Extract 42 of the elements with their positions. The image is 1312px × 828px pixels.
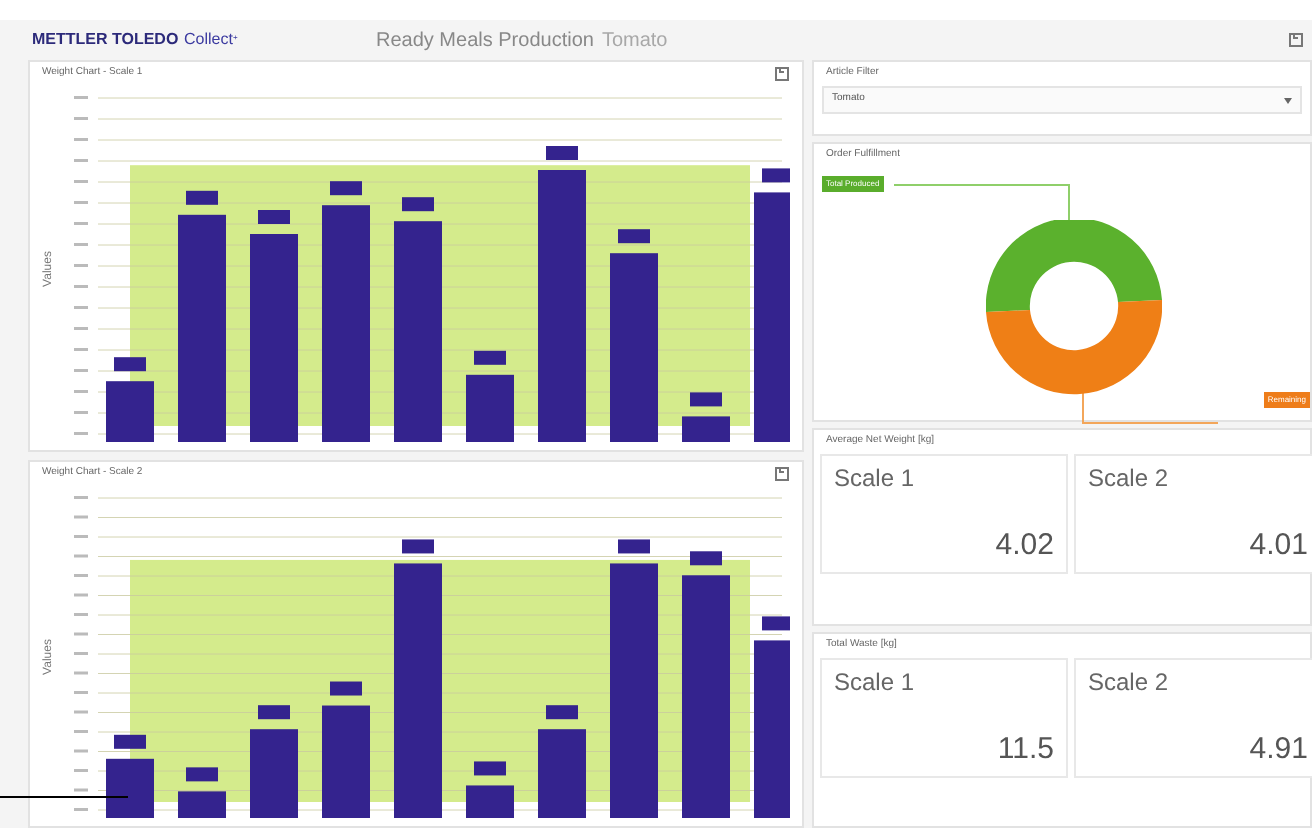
value-label-box: [546, 146, 578, 160]
bar: [682, 416, 730, 442]
value-label-box: [114, 734, 146, 749]
value-label-box: [330, 181, 362, 196]
page-title: Ready Meals Production: [376, 27, 594, 55]
caret-icon: [1284, 97, 1292, 103]
metric-label: Scale 2: [1088, 666, 1171, 700]
value-label-box: [690, 551, 722, 566]
value-label-box: [402, 539, 434, 554]
value-label-box: [546, 705, 578, 720]
metric-value: 11.5: [997, 729, 1054, 769]
bar: [538, 729, 586, 818]
value-label-box: [762, 616, 790, 631]
bar: [178, 791, 226, 818]
value-label-box: [258, 705, 290, 720]
bar: [322, 705, 370, 818]
page-subtitle: Tomato: [601, 27, 668, 55]
value-label-box: [114, 357, 146, 372]
export-icon[interactable]: [774, 466, 790, 482]
metric-label: Scale 1: [834, 666, 917, 700]
value-label-box: [402, 197, 434, 212]
value-label-box: [618, 229, 650, 244]
bar: [466, 785, 514, 818]
export-icon[interactable]: [1288, 32, 1304, 48]
bar: [466, 374, 514, 442]
leader-line: [0, 796, 128, 798]
export-icon[interactable]: [774, 66, 790, 82]
metric-value: 4.01: [1249, 525, 1308, 565]
metric-value: 4.02: [995, 525, 1054, 565]
value-label-box: [474, 761, 506, 776]
bar: [250, 729, 298, 818]
value-label-box: [762, 168, 790, 183]
value-label-box: [618, 539, 650, 554]
value-label-box: [258, 210, 290, 224]
metric-value: 4.91: [1249, 729, 1308, 769]
value-label-box: [186, 767, 218, 782]
bar: [106, 758, 154, 818]
bar: [106, 381, 154, 442]
brand-logo: METTLER TOLEDO: [32, 28, 181, 52]
metric-label: Scale 2: [1088, 462, 1171, 496]
value-label-box: [690, 392, 722, 407]
metric-label: Scale 1: [834, 462, 917, 496]
